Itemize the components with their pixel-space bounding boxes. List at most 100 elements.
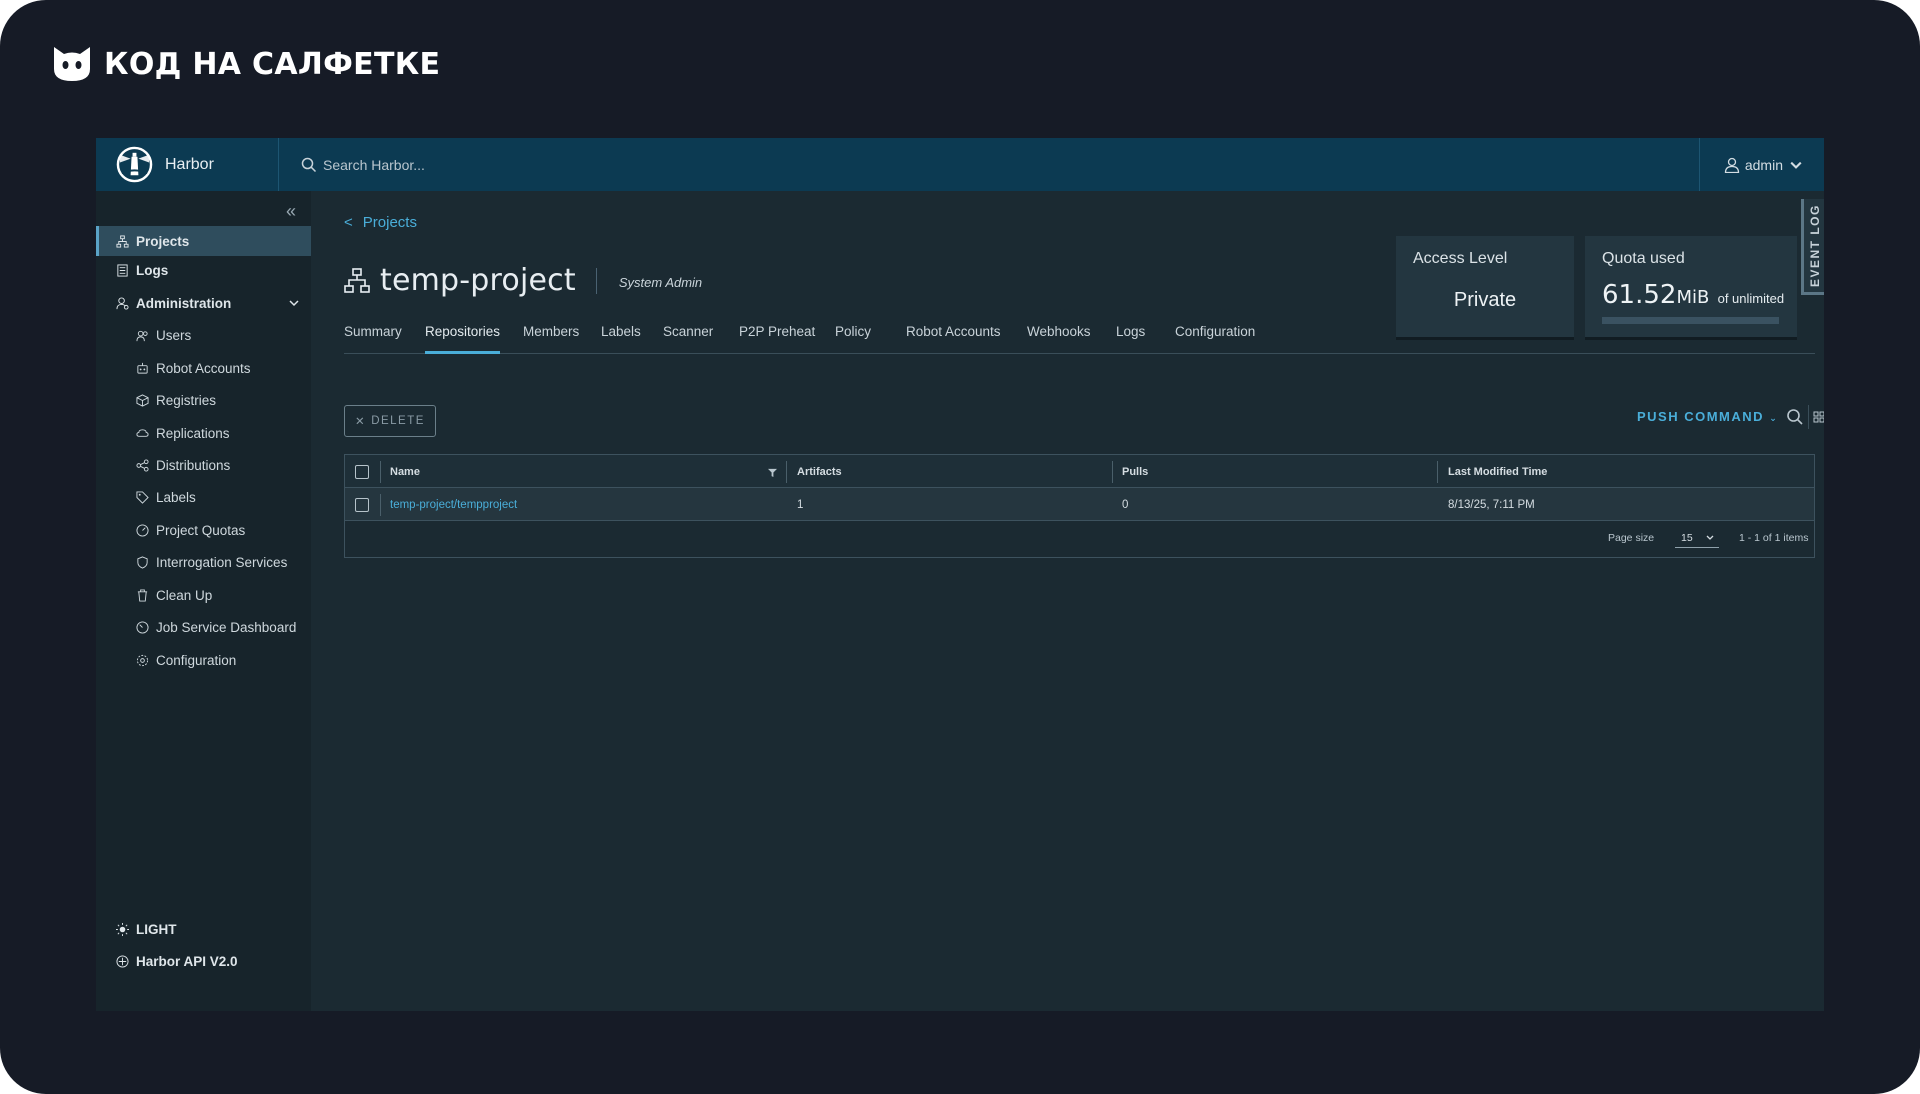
sidebar-item-project-quotas[interactable]: Project Quotas	[96, 515, 311, 545]
theme-toggle[interactable]: LIGHT	[96, 914, 311, 944]
delete-button[interactable]: ✕ DELETE	[344, 405, 436, 437]
sidebar-item-distributions[interactable]: Distributions	[96, 450, 311, 480]
chevron-down-icon: ⌄	[1769, 413, 1779, 423]
quota-icon	[136, 523, 149, 537]
sidebar-item-logs[interactable]: Logs	[96, 255, 311, 285]
repositories-table: Name Artifacts Pulls Last Modified Time …	[344, 454, 1815, 558]
tab-logs[interactable]: Logs	[1116, 324, 1145, 354]
sidebar-item-users[interactable]: Users	[96, 320, 311, 350]
column-header-pulls[interactable]: Pulls	[1122, 455, 1148, 488]
project-icon	[344, 267, 370, 293]
username: admin	[1744, 156, 1783, 173]
dashboard-icon	[136, 620, 149, 634]
search-input[interactable]	[323, 156, 623, 173]
tab-configuration[interactable]: Configuration	[1175, 324, 1255, 354]
top-header: Harbor admin	[96, 138, 1824, 191]
sidebar: « Projects Logs Administration Users Rob…	[96, 191, 311, 1011]
collapse-sidebar-button[interactable]: «	[286, 201, 296, 222]
sidebar-item-robot-accounts[interactable]: Robot Accounts	[96, 353, 311, 383]
sidebar-item-interrogation-services[interactable]: Interrogation Services	[96, 547, 311, 577]
page-title-row: temp-project System Admin	[344, 263, 702, 298]
user-icon	[1724, 157, 1740, 173]
table-row[interactable]: temp-project/tempproject 1 0 8/13/25, 7:…	[345, 488, 1814, 521]
sidebar-item-configuration[interactable]: Configuration	[96, 645, 311, 675]
page-title: temp-project	[380, 263, 576, 298]
view-toggle-icon[interactable]	[1813, 408, 1824, 426]
push-command-button[interactable]: PUSH COMMAND ⌄	[1637, 409, 1778, 424]
registries-icon	[136, 393, 149, 407]
filter-icon[interactable]	[768, 468, 777, 477]
global-search[interactable]	[279, 156, 1699, 173]
replications-icon	[136, 428, 149, 437]
breadcrumb[interactable]: < Projects	[344, 214, 417, 231]
harbor-logo[interactable]: Harbor	[96, 138, 279, 191]
row-checkbox[interactable]	[355, 497, 369, 512]
access-level-value: Private	[1453, 289, 1517, 311]
title-divider	[595, 267, 597, 294]
harbor-api-link[interactable]: Harbor API V2.0	[96, 946, 311, 976]
page-size-label: Page size	[1608, 532, 1655, 544]
api-icon	[116, 954, 129, 968]
last-modified-time: 8/13/25, 7:11 PM	[1448, 498, 1535, 511]
column-divider	[1112, 461, 1113, 483]
chevron-left-icon: <	[344, 214, 353, 231]
quota-title: Quota used	[1602, 250, 1685, 267]
close-icon: ✕	[355, 416, 367, 428]
distributions-icon	[136, 458, 149, 472]
lighthouse-icon	[116, 146, 153, 183]
column-divider	[786, 461, 787, 483]
search-icon[interactable]	[1786, 408, 1804, 426]
tab-labels[interactable]: Labels	[601, 324, 641, 354]
tab-scanner[interactable]: Scanner	[663, 324, 713, 354]
gear-icon	[136, 654, 149, 666]
tab-webhooks[interactable]: Webhooks	[1027, 324, 1091, 354]
tag-icon	[136, 490, 149, 504]
tab-repositories[interactable]: Repositories	[425, 324, 501, 354]
user-role: System Admin	[618, 275, 703, 290]
projects-icon	[116, 234, 129, 248]
repository-name-link[interactable]: temp-project/tempproject	[390, 488, 517, 521]
tab-summary[interactable]: Summary	[344, 324, 402, 354]
users-icon	[136, 330, 148, 341]
sidebar-item-labels[interactable]: Labels	[96, 482, 311, 512]
tab-policy[interactable]: Policy	[835, 324, 871, 354]
cat-icon	[54, 47, 90, 81]
screenshot-frame: КОД НА САЛФЕТКЕ Harbor Search Harbor... …	[0, 0, 1920, 1094]
column-divider	[380, 461, 381, 483]
brand-text: КОД НА САЛФЕТКЕ	[104, 46, 441, 82]
column-header-last-modified[interactable]: Last Modified Time	[1448, 455, 1547, 488]
sidebar-item-registries[interactable]: Registries	[96, 385, 311, 415]
column-header-name[interactable]: Name	[390, 455, 420, 488]
tab-robot-accounts[interactable]: Robot Accounts	[906, 324, 1001, 354]
user-menu[interactable]: admin	[1698, 138, 1824, 191]
access-level-title: Access Level	[1413, 250, 1508, 267]
column-divider	[380, 494, 381, 516]
quota-progress-bar	[1602, 317, 1779, 324]
sidebar-item-replications[interactable]: Replications	[96, 418, 311, 448]
event-log-tab[interactable]: EVENT LOG	[1801, 199, 1824, 295]
search-icon	[301, 157, 317, 172]
quota-value: 61.52MiB of unlimited	[1602, 280, 1785, 310]
chevron-down-icon	[289, 300, 299, 307]
sidebar-item-clean-up[interactable]: Clean Up	[96, 580, 311, 610]
sidebar-item-administration[interactable]: Administration	[96, 288, 311, 318]
select-all-cell	[355, 455, 369, 488]
column-header-artifacts[interactable]: Artifacts	[797, 455, 842, 488]
row-select-cell	[355, 488, 369, 521]
pagination-summary: 1 - 1 of 1 items	[1739, 532, 1809, 544]
tab-members[interactable]: Members	[523, 324, 579, 354]
chevron-down-icon	[1706, 535, 1714, 540]
brand-logo: КОД НА САЛФЕТКЕ	[52, 44, 440, 84]
sidebar-item-projects[interactable]: Projects	[96, 226, 311, 256]
toolbar-divider	[1808, 405, 1809, 429]
project-tabs: Summary Repositories Members Labels Scan…	[344, 324, 1815, 354]
select-all-checkbox[interactable]	[355, 464, 369, 479]
pulls-count: 0	[1122, 498, 1129, 511]
app-name: Harbor	[165, 155, 214, 173]
main-content: < Projects temp-project System Admin Acc…	[311, 191, 1824, 1011]
page-size-select[interactable]: 15	[1675, 528, 1719, 548]
harbor-app-window: Harbor admin «	[96, 138, 1824, 1011]
tab-p2p-preheat[interactable]: P2P Preheat	[739, 324, 815, 354]
sidebar-item-job-service-dashboard[interactable]: Job Service Dashboard	[96, 612, 311, 642]
chevron-down-icon	[1790, 161, 1802, 169]
